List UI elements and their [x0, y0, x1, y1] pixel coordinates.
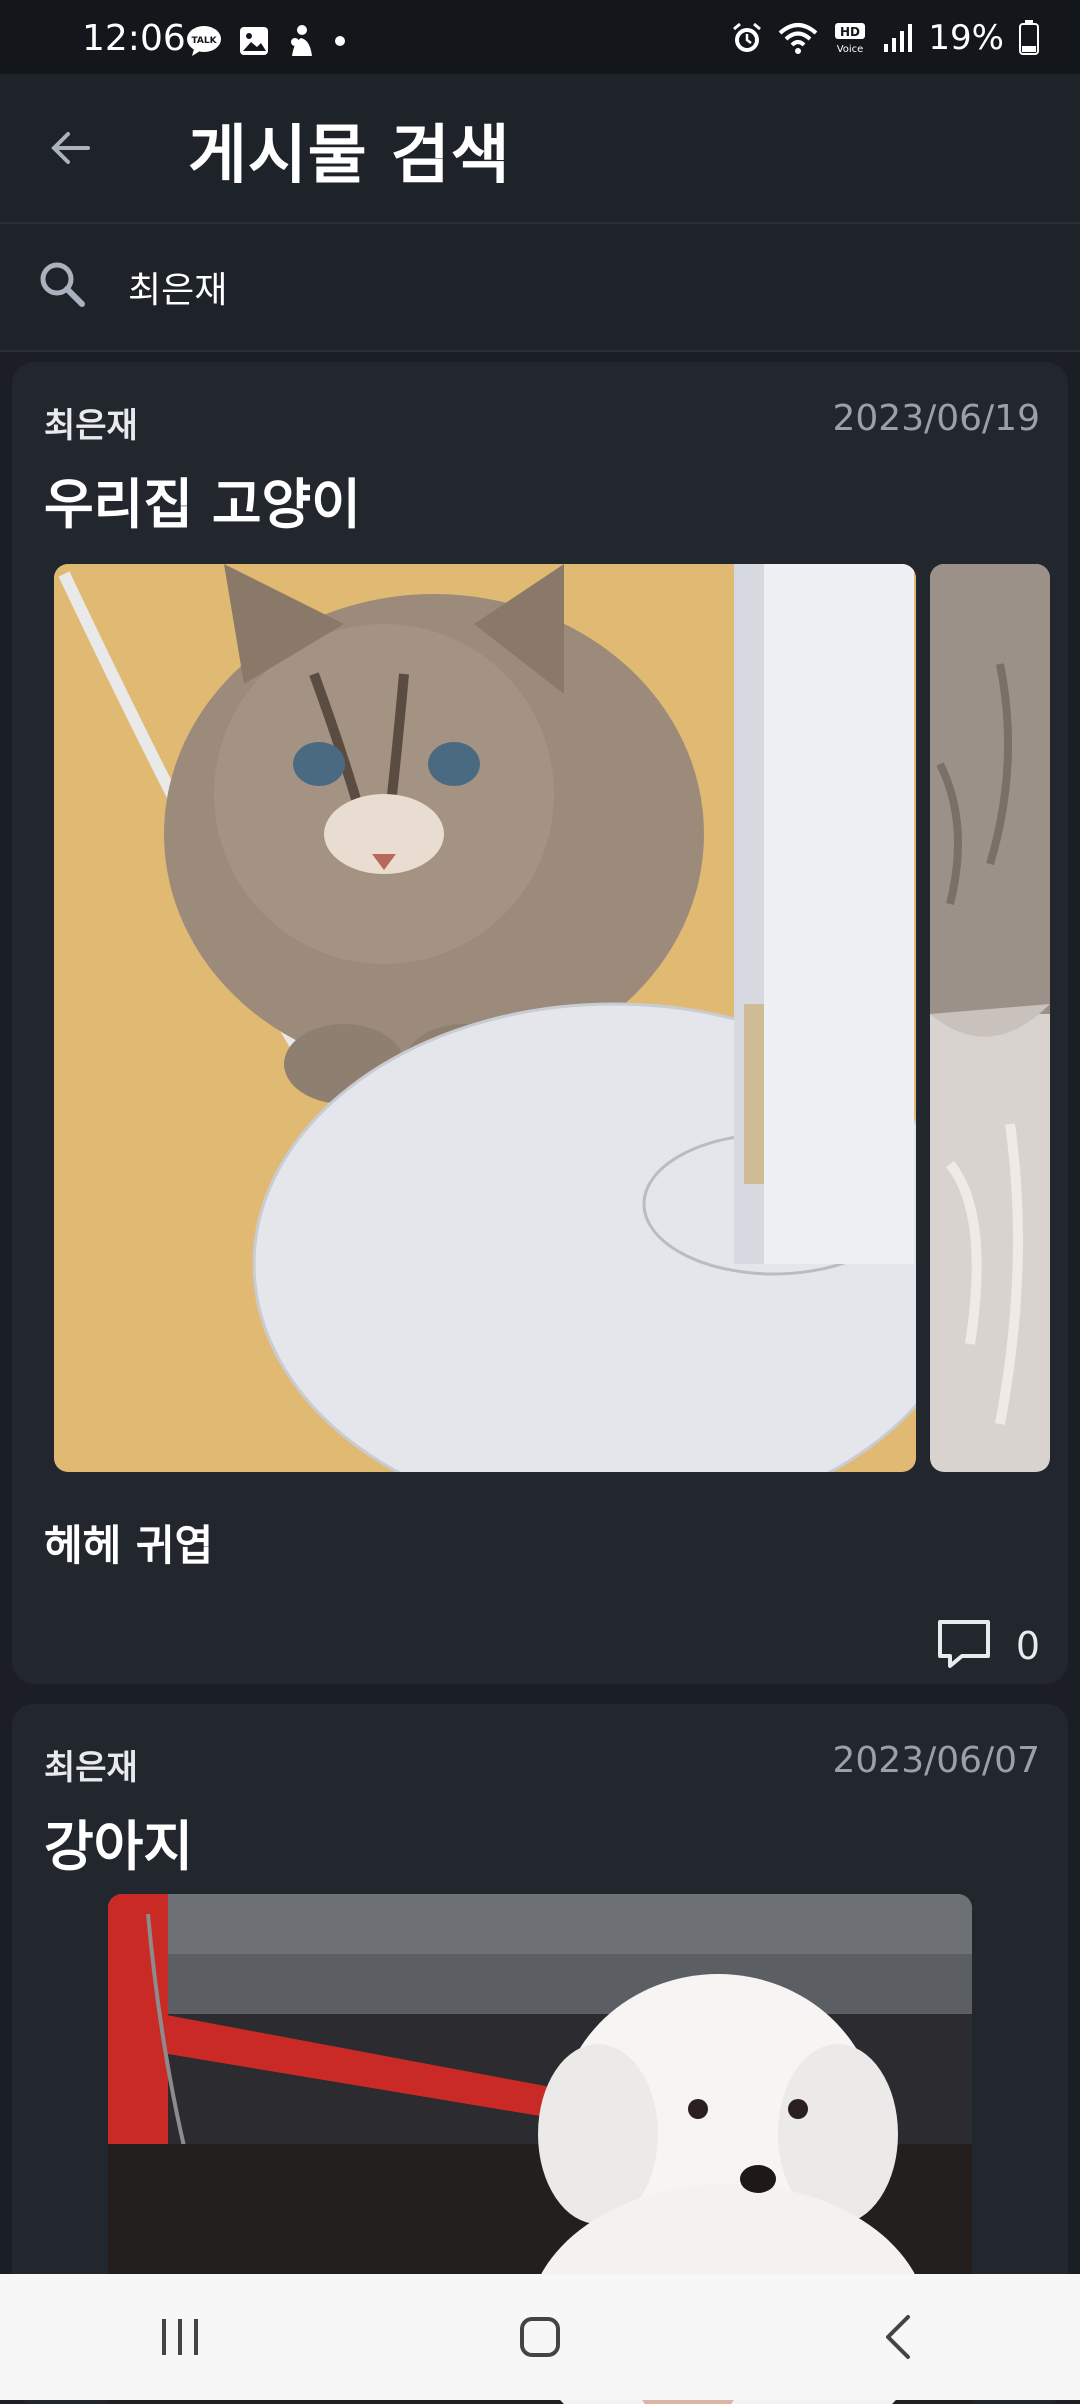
system-status-icons: HD Voice 19%	[730, 18, 1040, 58]
wifi-icon	[778, 21, 818, 55]
status-time: 12:06	[82, 18, 186, 59]
home-icon	[520, 2317, 560, 2357]
post-title: 우리집 고양이	[44, 473, 361, 536]
back-nav-button[interactable]	[830, 2287, 970, 2387]
svg-text:Voice: Voice	[837, 44, 864, 55]
comment-button[interactable]: 0	[936, 1618, 1040, 1674]
comment-count: 0	[1015, 1624, 1040, 1668]
search-bar	[0, 224, 1080, 352]
recents-icon	[162, 2319, 198, 2355]
svg-text:TALK: TALK	[191, 36, 217, 46]
alarm-icon	[730, 21, 764, 55]
navigation-bar	[0, 2274, 1080, 2400]
fur-photo[interactable]	[930, 564, 1050, 1472]
post-date: 2023/06/07	[832, 1740, 1041, 1781]
battery-percent: 19%	[928, 18, 1004, 58]
back-icon	[886, 2315, 910, 2359]
status-bar: 12:06 TALK HD Voice 19%	[0, 0, 1080, 74]
svg-text:HD: HD	[840, 25, 860, 39]
recents-button[interactable]	[110, 2287, 250, 2387]
post-card[interactable]: 최은재 2023/06/19 우리집 고양이 헤헤 귀엽 0	[12, 362, 1068, 1684]
battery-icon	[1018, 20, 1040, 56]
post-title: 강아지	[44, 1815, 194, 1878]
gallery-icon	[238, 25, 270, 57]
talk-icon: TALK	[186, 25, 222, 57]
home-button[interactable]	[470, 2287, 610, 2387]
hd-voice-icon: HD Voice	[832, 21, 868, 55]
arrow-left-icon	[51, 132, 90, 164]
post-body: 헤헤 귀엽	[44, 1521, 214, 1570]
post-author: 최은재	[44, 406, 138, 446]
notification-icons: TALK	[186, 24, 348, 58]
app-bar: 게시물 검색	[0, 74, 1080, 224]
post-date: 2023/06/19	[832, 398, 1041, 439]
comment-icon	[936, 1618, 992, 1674]
post-author: 최은재	[44, 1748, 138, 1788]
search-input[interactable]	[126, 254, 1010, 320]
back-button[interactable]	[38, 116, 102, 180]
signal-icon	[882, 22, 914, 54]
figure-icon	[286, 24, 316, 58]
dot-icon	[332, 33, 348, 49]
cat-photo[interactable]	[54, 564, 916, 1472]
search-icon[interactable]	[36, 258, 88, 314]
page-title: 게시물 검색	[188, 119, 511, 193]
